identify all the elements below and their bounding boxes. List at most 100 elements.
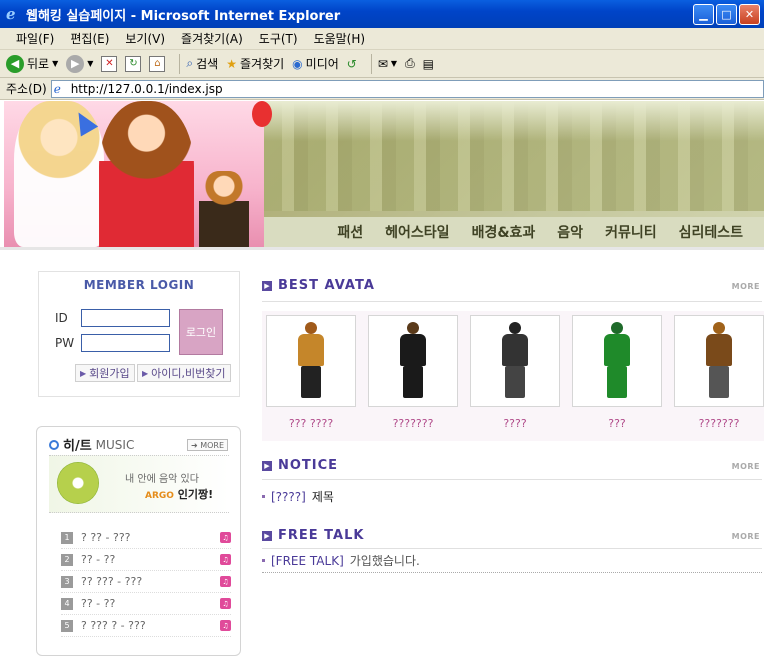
dropdown-icon: ▼ bbox=[390, 59, 398, 68]
avatar-legs bbox=[403, 366, 423, 398]
menu-view[interactable]: 보기(V) bbox=[117, 28, 173, 49]
headphone-icon[interactable]: ♫ bbox=[220, 554, 231, 565]
free-talk-heading: ▶ FREE TALK bbox=[262, 528, 364, 543]
avatar-figure bbox=[600, 322, 634, 400]
music-disc-icon bbox=[57, 462, 99, 504]
promo-line2: ARGO 인기짱! bbox=[145, 488, 214, 501]
menu-help[interactable]: 도움말(H) bbox=[306, 28, 374, 49]
avatar-name[interactable]: ??? ???? bbox=[266, 417, 356, 430]
music-list-item[interactable]: 3 ?? ??? - ??? ♫ bbox=[61, 571, 231, 593]
avatar-card[interactable] bbox=[368, 315, 458, 407]
best-more-link[interactable]: MORE bbox=[732, 282, 760, 291]
music-list-item[interactable]: 2 ?? - ?? ♫ bbox=[61, 549, 231, 571]
avatar-card[interactable] bbox=[674, 315, 764, 407]
avatar-legs bbox=[607, 366, 627, 398]
arrow-right-icon: ▶ bbox=[262, 530, 272, 541]
freetalk-item[interactable]: [FREE TALK] 가입했습니다. bbox=[262, 552, 762, 569]
address-input[interactable]: ℯ http://127.0.0.1/index.jsp bbox=[50, 79, 764, 98]
stop-button[interactable]: ✕ bbox=[101, 55, 118, 72]
login-title: MEMBER LOGIN bbox=[83, 278, 195, 292]
notice-more-link[interactable]: MORE bbox=[732, 462, 760, 471]
menu-tools[interactable]: 도구(T) bbox=[251, 28, 306, 49]
menu-file[interactable]: 파일(F) bbox=[8, 28, 62, 49]
arrow-right-icon: ➜ bbox=[190, 440, 198, 450]
nav-music[interactable]: 음악 bbox=[546, 222, 594, 242]
nav-hairstyle[interactable]: 헤어스타일 bbox=[374, 222, 460, 242]
pw-label: PW bbox=[55, 336, 75, 350]
toolbar-separator bbox=[370, 53, 372, 74]
avatar-body bbox=[706, 334, 732, 366]
avatar-name[interactable]: ??? bbox=[572, 417, 662, 430]
minimize-icon[interactable]: ▁ bbox=[693, 4, 714, 25]
avatar-figure bbox=[396, 322, 430, 400]
music-heading: 히/트 MUSIC bbox=[49, 435, 134, 454]
section-divider bbox=[262, 548, 762, 549]
freetalk-more-link[interactable]: MORE bbox=[732, 532, 760, 541]
pw-input[interactable] bbox=[81, 334, 170, 352]
balloon-icon bbox=[252, 101, 272, 127]
section-divider bbox=[262, 301, 762, 302]
headphone-icon[interactable]: ♫ bbox=[220, 576, 231, 587]
edit-button[interactable]: ▤ bbox=[423, 57, 434, 71]
music-list-item[interactable]: 4 ?? - ?? ♫ bbox=[61, 593, 231, 615]
dropdown-icon: ▼ bbox=[52, 59, 59, 68]
menu-favorites[interactable]: 즐겨찾기(A) bbox=[173, 28, 251, 49]
id-input[interactable] bbox=[81, 309, 170, 327]
music-list-item[interactable]: 5 ? ??? ? - ??? ♫ bbox=[61, 615, 231, 637]
music-list: 1 ? ?? - ??? ♫ 2 ?? - ?? ♫ 3 ?? ??? - ??… bbox=[61, 527, 231, 637]
nav-fashion[interactable]: 패션 bbox=[326, 222, 374, 242]
pw-row: PW bbox=[55, 334, 170, 352]
avatar-card[interactable] bbox=[470, 315, 560, 407]
star-icon: ★ bbox=[226, 56, 237, 71]
mail-button[interactable]: ✉ ▼ bbox=[378, 57, 397, 71]
arrow-right-icon: ▶ bbox=[142, 368, 149, 378]
avatar-card[interactable] bbox=[572, 315, 662, 407]
join-button[interactable]: ▶ 회원가입 bbox=[75, 364, 135, 382]
maximize-icon[interactable]: □ bbox=[716, 4, 737, 25]
home-button[interactable]: ⌂ bbox=[149, 55, 166, 72]
id-row: ID bbox=[55, 309, 170, 327]
print-button[interactable]: ⎙ bbox=[405, 56, 415, 71]
dropdown-icon: ▼ bbox=[87, 59, 94, 68]
close-icon[interactable]: ✕ bbox=[739, 4, 760, 25]
best-avatar-list: ??? ???? ??????? ???? ??? ??????? bbox=[262, 311, 764, 441]
music-more-button[interactable]: ➜ MORE bbox=[186, 439, 228, 451]
history-button[interactable]: ↺ bbox=[347, 57, 357, 71]
login-button[interactable]: 로그인 bbox=[179, 309, 223, 355]
avatar-figure bbox=[294, 322, 328, 400]
mail-icon: ✉ bbox=[377, 56, 388, 71]
ie-icon: ℯ bbox=[6, 5, 16, 23]
stop-icon: ✕ bbox=[101, 55, 118, 72]
forward-button[interactable]: ▶ ▼ bbox=[66, 54, 94, 73]
arrow-right-icon: ▶ bbox=[262, 460, 272, 471]
nav-psych-test[interactable]: 심리테스트 bbox=[668, 222, 754, 242]
headphone-icon[interactable]: ♫ bbox=[220, 620, 231, 631]
avatar-card[interactable] bbox=[266, 315, 356, 407]
notice-item[interactable]: [????] 제목 bbox=[262, 488, 762, 505]
avatar-name[interactable]: ???? bbox=[470, 417, 560, 430]
refresh-button[interactable]: ↻ bbox=[125, 55, 142, 72]
favorites-button[interactable]: ★ 즐겨찾기 bbox=[226, 55, 284, 72]
music-promo-banner[interactable]: 내 안에 음악 있다 ARGO 인기짱! bbox=[49, 455, 229, 513]
address-bar: 주소(D) ℯ http://127.0.0.1/index.jsp bbox=[0, 78, 764, 100]
banner-divider bbox=[0, 247, 764, 250]
find-account-button[interactable]: ▶ 아이디,비번찾기 bbox=[137, 364, 231, 382]
page-icon: ℯ bbox=[53, 81, 61, 96]
avatar-name[interactable]: ??????? bbox=[368, 417, 458, 430]
back-button[interactable]: ◀ 뒤로 ▼ bbox=[6, 54, 59, 73]
headphone-icon[interactable]: ♫ bbox=[220, 598, 231, 609]
media-button[interactable]: ◉ 미디어 bbox=[292, 55, 339, 72]
nav-background-effects[interactable]: 배경&효과 bbox=[461, 222, 547, 242]
window-title: 웹해킹 실습페이지 - Microsoft Internet Explorer bbox=[26, 8, 341, 24]
menu-edit[interactable]: 편집(E) bbox=[62, 28, 117, 49]
toolbar-separator bbox=[179, 53, 181, 74]
music-list-item[interactable]: 1 ? ?? - ??? ♫ bbox=[61, 527, 231, 549]
refresh-icon: ↻ bbox=[125, 55, 142, 72]
nav-community[interactable]: 커뮤니티 bbox=[594, 222, 668, 242]
avatar-name[interactable]: ??????? bbox=[674, 417, 764, 430]
headphone-icon[interactable]: ♫ bbox=[220, 532, 231, 543]
search-icon: ⌕ bbox=[186, 56, 194, 70]
banner-sky bbox=[264, 101, 764, 141]
search-button[interactable]: ⌕ 검색 bbox=[186, 55, 218, 72]
globe-icon: ◉ bbox=[292, 56, 303, 71]
